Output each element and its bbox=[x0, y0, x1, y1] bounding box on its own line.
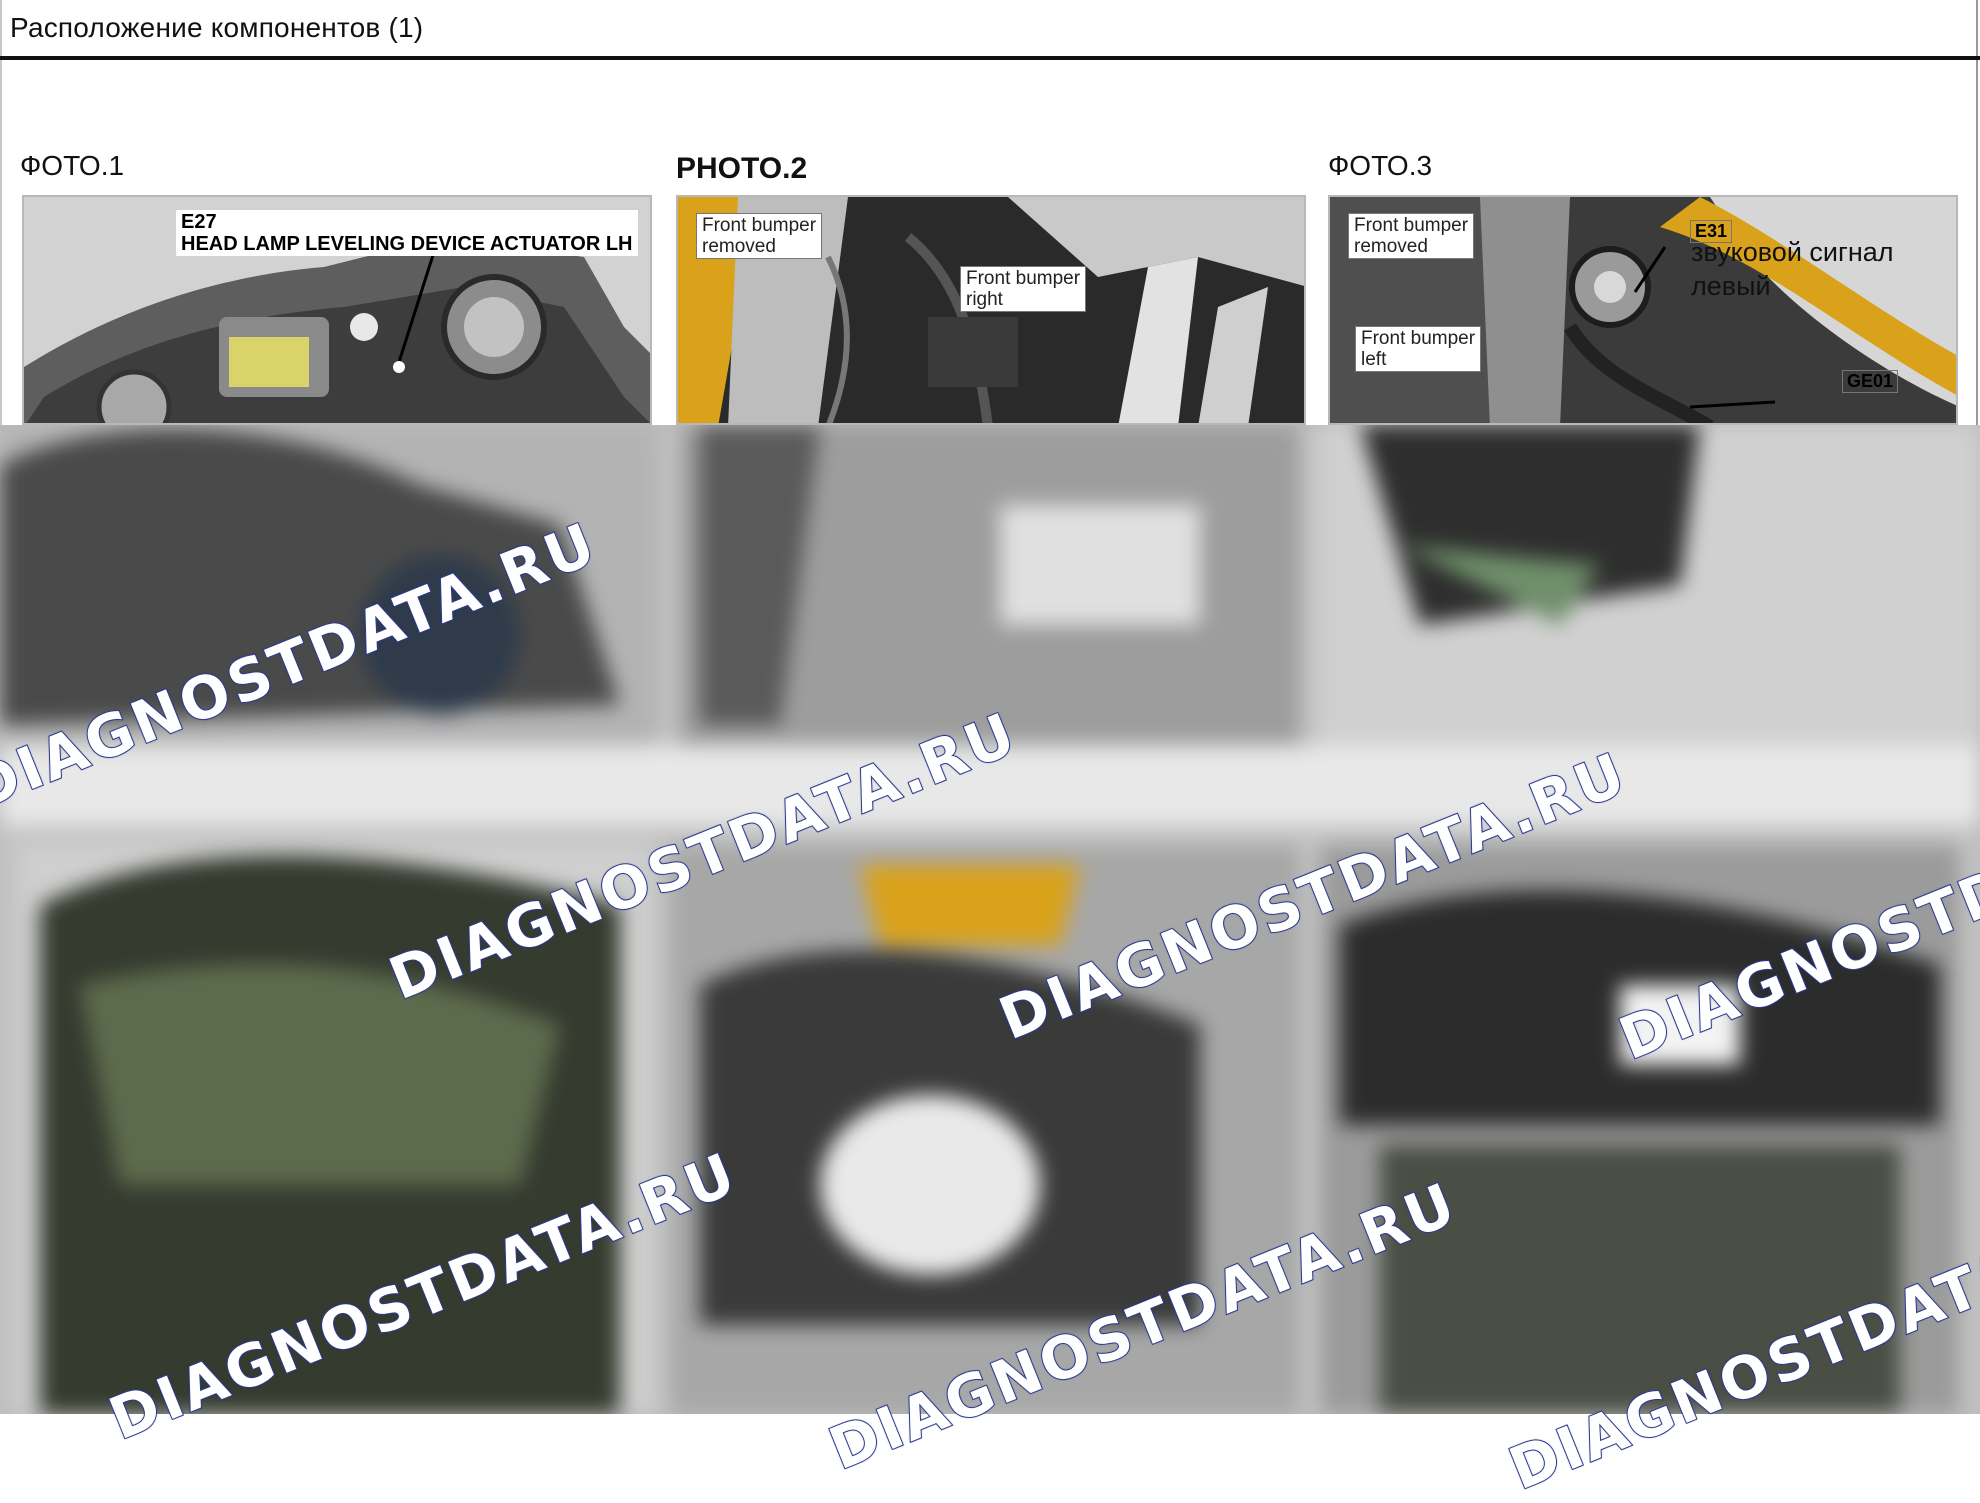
title-bar: Расположение компонентов (1) bbox=[0, 0, 1980, 60]
photo-3-callout-horn: звуковой сигнал левый bbox=[1691, 237, 1894, 301]
blurred-content bbox=[0, 425, 1980, 1414]
page-title: Расположение компонентов (1) bbox=[10, 12, 424, 43]
photo-1-callout-e27: E27 HEAD LAMP LEVELING DEVICE ACTUATOR L… bbox=[176, 210, 638, 256]
photo-3-callout-ge01: GE01 bbox=[1842, 370, 1899, 393]
photo-3-callout-left: Front bumper left bbox=[1355, 326, 1482, 372]
photo-1-label: ФОТО.1 bbox=[20, 150, 125, 181]
photo-2-callout-removed: Front bumper removed bbox=[696, 213, 823, 259]
photo-2-callout-right: Front bumper right bbox=[960, 266, 1087, 312]
photo-2-label: PHOTO.2 bbox=[676, 152, 808, 185]
photo-3-label: ФОТО.3 bbox=[1328, 150, 1433, 181]
blurred-photos bbox=[0, 425, 1980, 1414]
photo-3-callout-removed: Front bumper removed bbox=[1348, 213, 1475, 259]
